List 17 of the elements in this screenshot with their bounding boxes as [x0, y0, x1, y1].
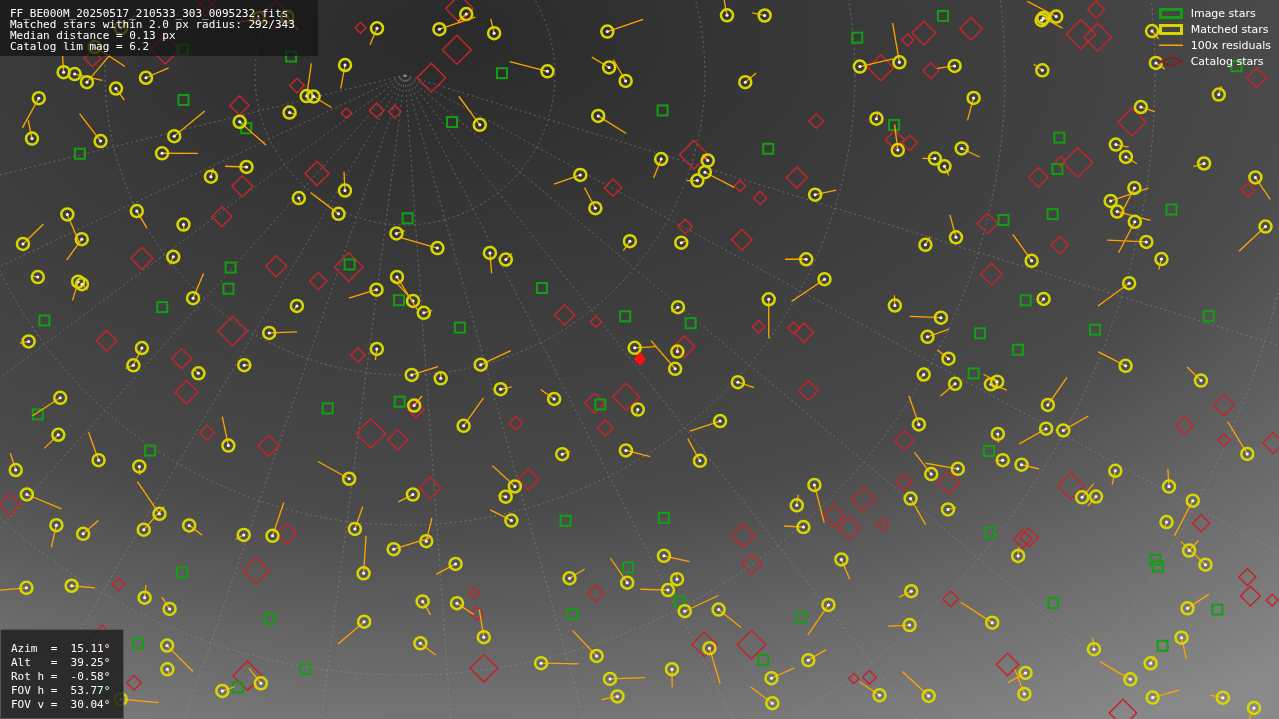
legend-label: Catalog stars — [1190, 55, 1264, 68]
pointing-text: Rot h = -0.58° — [11, 670, 111, 684]
pointing-text: Alt = 39.25° — [11, 656, 111, 670]
info-text: Catalog lim mag = 6.2 — [10, 41, 150, 52]
pointing-text: FOV h = 53.77° — [11, 684, 111, 698]
legend-square-icon — [1158, 24, 1183, 35]
pointing-text: FOV v = 30.04° — [11, 698, 111, 712]
legend-label: 100x residuals — [1190, 39, 1271, 52]
info-text: FF_BE000M_20250517_210533_303_0095232.fits — [10, 8, 289, 19]
legend-line-icon — [1158, 44, 1183, 47]
legend-label: Matched stars — [1190, 23, 1269, 36]
legend-square-icon — [1158, 8, 1183, 19]
legend-diamond-icon — [1158, 56, 1183, 67]
info-text: Median distance = 0.13 px — [10, 30, 176, 41]
pointing-text: Azim = 15.11° — [11, 642, 111, 656]
legend-label: Image stars — [1190, 7, 1256, 20]
info-text: Matched stars within 2.0 px radius: 292/343 — [10, 19, 295, 30]
